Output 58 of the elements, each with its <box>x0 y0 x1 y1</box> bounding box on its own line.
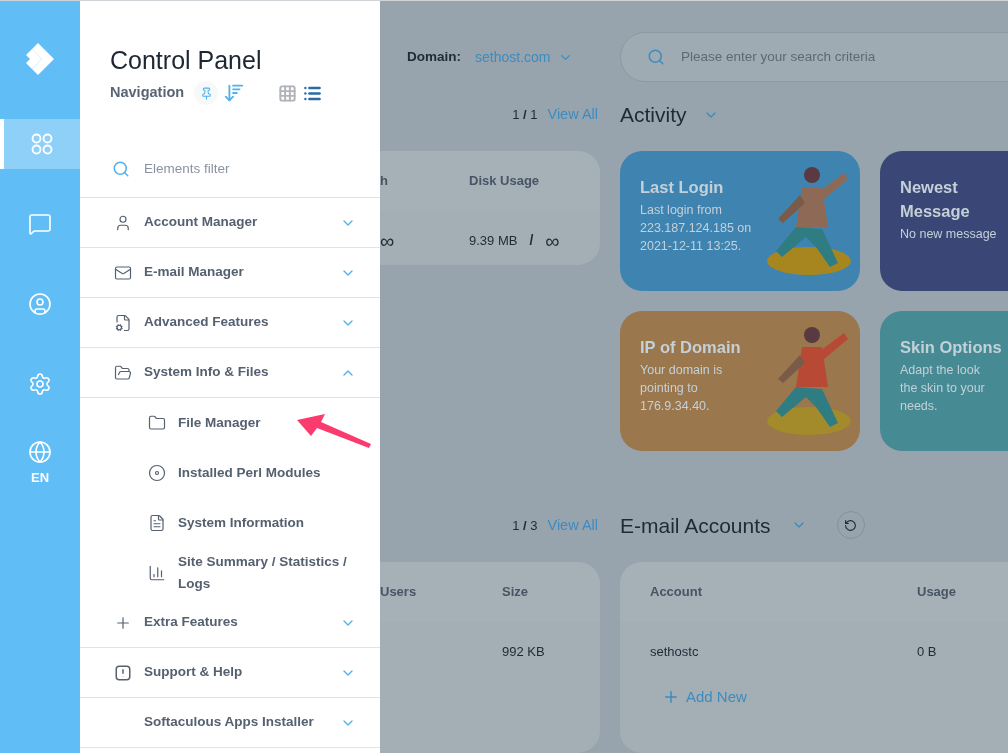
panel-subtitle: Navigation <box>110 83 185 103</box>
column-header: Size <box>502 583 528 602</box>
activity-card[interactable]: Newest Message No new message <box>880 150 1008 291</box>
table-cell-text: 0 B <box>917 642 937 661</box>
search-icon <box>112 160 130 178</box>
disc-icon <box>148 464 166 482</box>
file-gear-icon <box>114 313 132 332</box>
grid-view-button[interactable] <box>278 83 298 103</box>
chat-icon <box>28 212 52 236</box>
table-cell-text: sethostc <box>650 642 700 661</box>
table-cell-text: 992 KB <box>502 643 545 662</box>
user-icon <box>114 213 132 232</box>
refresh-icon <box>844 518 858 532</box>
card-text: No new message <box>900 225 998 243</box>
settings-icon <box>28 372 52 396</box>
column-header: h <box>380 171 389 190</box>
card-title: Skin Options <box>900 336 1003 358</box>
folder-icon <box>148 414 166 432</box>
folder-icon <box>114 363 132 382</box>
search-input[interactable]: Please enter your search criteria <box>681 47 1001 68</box>
section-title: E-mail Accounts <box>620 512 771 539</box>
card-text: Adapt the look the skin to your needs. <box>900 361 986 415</box>
section-title: Activity <box>620 101 687 128</box>
bar-chart-icon <box>148 564 166 582</box>
card-title: IP of Domain <box>640 336 742 358</box>
pin-button[interactable] <box>194 81 219 105</box>
submenu-item[interactable]: File Manager <box>80 398 380 448</box>
pin-icon <box>199 86 213 100</box>
page-indicator: 1 / 3 <box>512 517 538 536</box>
domain-label: Domain: <box>407 47 461 66</box>
submenu-item[interactable]: Site Summary / Statistics / Logs <box>80 548 380 598</box>
column-header: Account <box>650 582 703 601</box>
filter-input[interactable]: Elements filter <box>144 158 344 180</box>
column-header: Disk Usage <box>469 171 540 190</box>
submenu-item[interactable]: System Information <box>80 498 380 548</box>
panel-title: Control Panel <box>110 45 263 75</box>
table-cell-text: ∞ <box>380 228 396 254</box>
sidebar-button[interactable] <box>0 119 80 169</box>
globe-icon <box>28 440 52 465</box>
search-field[interactable]: Please enter your search criteria <box>620 32 1008 83</box>
card-title: Last Login <box>640 176 725 198</box>
page-indicator: 1 / 1 <box>512 105 538 124</box>
separator-slash: / <box>529 231 534 251</box>
card-text: Last login from 223.187.124.185 on 2021-12-11 13:25. <box>640 201 753 255</box>
apps-grid-icon <box>30 132 54 156</box>
card-title: Newest Message <box>900 176 971 222</box>
column-header: Users <box>380 583 418 602</box>
submenu-item[interactable]: Installed Perl Modules <box>80 448 380 498</box>
mail-icon <box>114 263 132 282</box>
column-header: Usage <box>917 582 957 601</box>
search-icon <box>647 48 665 67</box>
user-circle-icon <box>28 292 52 316</box>
document-icon <box>148 514 166 532</box>
filter-field[interactable]: Elements filter <box>80 141 380 198</box>
table-cell-text: 9.39 MB <box>469 231 518 250</box>
table-cell-text: ∞ <box>545 228 560 254</box>
exclamation-icon <box>114 663 132 682</box>
card-text: Your domain is pointing to 176.9.34.40. <box>640 361 724 415</box>
